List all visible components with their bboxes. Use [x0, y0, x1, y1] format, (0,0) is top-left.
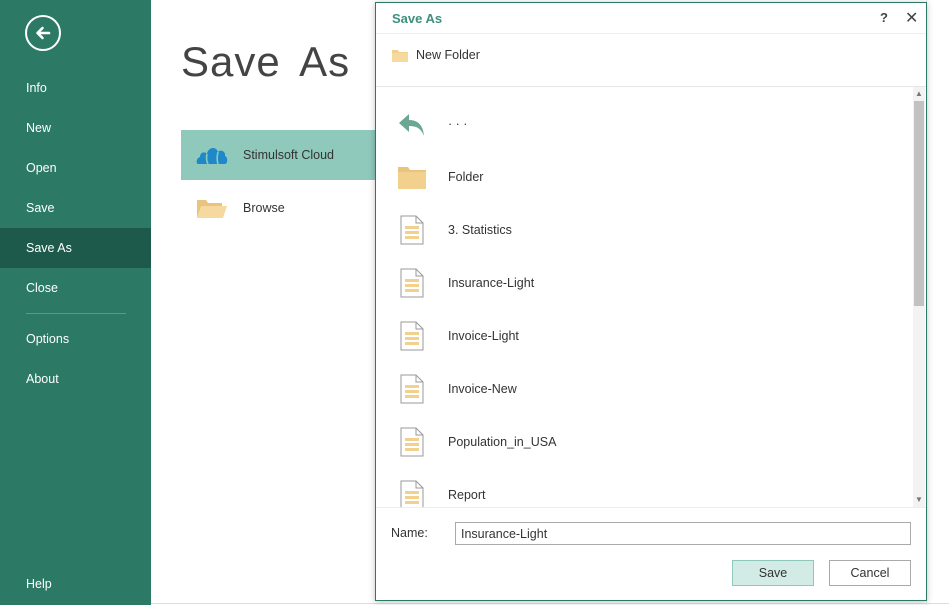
new-folder-label: New Folder [416, 48, 480, 62]
footer-divider [376, 507, 926, 508]
report-file-icon [376, 268, 448, 298]
file-name: Invoice-New [448, 381, 517, 396]
folder-open-icon [181, 197, 243, 219]
menu-item-info[interactable]: Info [0, 68, 151, 108]
list-item-parent[interactable]: · · · [376, 97, 913, 150]
list-item-folder[interactable]: Folder [376, 150, 913, 203]
list-item-file[interactable]: 3. Statistics [376, 203, 913, 256]
cancel-button[interactable]: Cancel [829, 560, 911, 586]
bottom-divider [151, 603, 949, 604]
report-file-icon [376, 480, 448, 507]
scroll-up-icon[interactable]: ▲ [915, 89, 923, 98]
location-browse[interactable]: Browse [181, 183, 381, 233]
list-item-file[interactable]: Invoice-Light [376, 309, 913, 362]
file-name: Folder [448, 169, 484, 184]
file-list: · · · Folder 3. Statistics Insurance-Lig… [376, 87, 913, 507]
file-name: · · · [448, 116, 468, 131]
menu-item-close[interactable]: Close [0, 268, 151, 308]
file-name: Population_in_USA [448, 434, 557, 449]
menu-item-about[interactable]: About [0, 359, 151, 399]
folder-icon [376, 165, 448, 189]
location-stimulsoft-cloud[interactable]: Stimulsoft Cloud [181, 130, 381, 180]
menu-divider [26, 313, 126, 314]
location-label: Stimulsoft Cloud [243, 148, 335, 162]
cloud-icon [181, 144, 243, 166]
name-label: Name: [391, 526, 428, 540]
location-label: Browse [243, 201, 285, 215]
list-item-file[interactable]: Report [376, 468, 913, 507]
name-input[interactable] [455, 522, 911, 545]
report-file-icon [376, 321, 448, 351]
report-file-icon [376, 427, 448, 457]
list-item-file[interactable]: Population_in_USA [376, 415, 913, 468]
sidebar: Info New Open Save Save As Close Options… [0, 0, 151, 605]
menu-item-open[interactable]: Open [0, 148, 151, 188]
back-arrow-icon [376, 110, 448, 138]
file-name: Invoice-Light [448, 328, 519, 343]
dialog-title: Save As [392, 11, 443, 26]
file-name: Insurance-Light [448, 275, 535, 290]
folder-icon [392, 49, 408, 62]
menu-item-help[interactable]: Help [0, 564, 151, 604]
report-file-icon [376, 374, 448, 404]
menu-item-new[interactable]: New [0, 108, 151, 148]
help-button[interactable]: ? [880, 10, 888, 25]
menu-item-options[interactable]: Options [0, 319, 151, 359]
report-file-icon [376, 215, 448, 245]
list-item-file[interactable]: Insurance-Light [376, 256, 913, 309]
menu-item-save-as[interactable]: Save As [0, 228, 151, 268]
save-button[interactable]: Save [732, 560, 814, 586]
file-name: Report [448, 487, 486, 502]
file-name: 3. Statistics [448, 222, 512, 237]
title-divider [376, 33, 926, 34]
new-folder-button[interactable]: New Folder [392, 48, 480, 62]
menu-item-save[interactable]: Save [0, 188, 151, 228]
file-list-scrollbar[interactable]: ▲ ▼ [913, 87, 925, 507]
page-title: Save As [181, 38, 351, 85]
arrow-left-icon [36, 26, 51, 40]
scroll-down-icon[interactable]: ▼ [915, 495, 923, 504]
close-button[interactable]: ✕ [905, 8, 918, 28]
list-item-file[interactable]: Invoice-New [376, 362, 913, 415]
scroll-thumb[interactable] [914, 101, 924, 306]
save-as-dialog: Save As ? ✕ New Folder · · · Folder 3. S… [375, 2, 927, 601]
back-button[interactable] [25, 15, 61, 51]
